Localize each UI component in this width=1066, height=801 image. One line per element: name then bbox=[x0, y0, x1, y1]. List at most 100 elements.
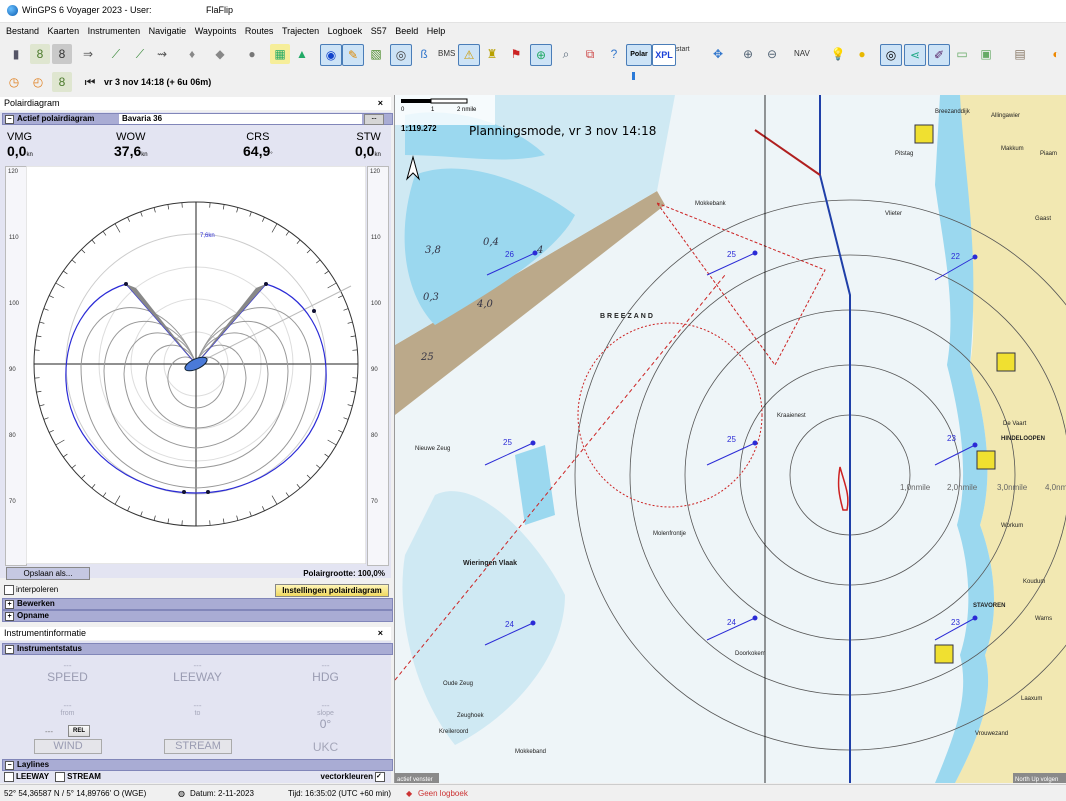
start-label[interactable]: start bbox=[676, 46, 690, 53]
wind-button[interactable]: WIND bbox=[34, 739, 102, 754]
place-label: Wieringen Vlaak bbox=[463, 560, 517, 567]
chart-icon[interactable]: ▦ bbox=[270, 44, 290, 64]
target-icon[interactable]: ◎ bbox=[880, 44, 902, 66]
screen-icon[interactable]: ▣ bbox=[976, 44, 996, 64]
waypoint-icon[interactable]: 8 bbox=[30, 44, 50, 64]
crs-metric: CRS 64,9° bbox=[243, 131, 273, 159]
rewind-icon[interactable]: ⏮ bbox=[80, 72, 100, 92]
menu-instrumenten[interactable]: Instrumenten bbox=[88, 26, 141, 36]
arrow-icon[interactable]: ⇒ bbox=[78, 44, 98, 64]
power-icon[interactable]: ◐ bbox=[1046, 44, 1066, 64]
harbor-marker[interactable] bbox=[977, 451, 995, 469]
center-icon[interactable]: ⊕ bbox=[530, 44, 552, 66]
bms-label[interactable]: BMS bbox=[438, 49, 455, 58]
stream-check-label: STREAM bbox=[67, 772, 101, 781]
magnifier-icon[interactable]: ⌕ bbox=[556, 44, 576, 64]
vector-colors-checkbox[interactable]: ✓ bbox=[375, 772, 385, 782]
collapse-icon[interactable]: − bbox=[5, 645, 14, 654]
expand-icon[interactable]: + bbox=[5, 612, 14, 621]
weather-icon[interactable]: ✎ bbox=[342, 44, 364, 66]
menu-trajecten[interactable]: Trajecten bbox=[282, 26, 319, 36]
harbor-marker[interactable] bbox=[935, 645, 953, 663]
ais-icon[interactable]: ◎ bbox=[390, 44, 412, 66]
nav-dropdown[interactable]: NAV bbox=[794, 49, 810, 58]
stream-checkbox[interactable] bbox=[55, 772, 65, 782]
scale-unit: 2 nmile bbox=[457, 107, 477, 113]
zoom-out-icon[interactable]: ⊖ bbox=[762, 44, 782, 64]
clock-icon[interactable]: ◷ bbox=[4, 72, 24, 92]
tide-icon[interactable]: ♦ bbox=[182, 44, 202, 64]
slope-placeholder: --- bbox=[278, 701, 373, 710]
stream-button[interactable]: STREAM bbox=[164, 739, 232, 754]
browse-button[interactable]: ... bbox=[364, 114, 384, 125]
polar-point bbox=[312, 309, 316, 313]
speed-clock-icon[interactable]: ◴ bbox=[28, 72, 48, 92]
zoom-in-icon[interactable]: ⊕ bbox=[738, 44, 758, 64]
window-icon[interactable]: ⧉ bbox=[580, 44, 600, 64]
move-icon[interactable]: ✥ bbox=[708, 44, 728, 64]
bluetooth-icon[interactable]: ß bbox=[414, 44, 434, 64]
range-label: 3,0nmile bbox=[997, 483, 1028, 492]
light-off-icon[interactable]: 💡 bbox=[828, 44, 848, 64]
harbor-marker[interactable] bbox=[915, 125, 933, 143]
help-icon[interactable]: ? bbox=[604, 44, 624, 64]
range-label: 4,0nmile bbox=[1045, 483, 1066, 492]
leeway-checkbox[interactable] bbox=[4, 772, 14, 782]
collapse-icon[interactable]: − bbox=[5, 761, 14, 770]
warning-icon[interactable]: ⚠ bbox=[458, 44, 480, 66]
menu-logboek[interactable]: Logboek bbox=[328, 26, 363, 36]
compass-icon[interactable]: ◉ bbox=[320, 44, 342, 66]
north-up-tag[interactable]: North Up volgen bbox=[1015, 777, 1058, 783]
route-icon[interactable]: 8 bbox=[52, 44, 72, 64]
rel-button[interactable]: REL bbox=[68, 725, 90, 737]
harbor-marker[interactable] bbox=[997, 353, 1015, 371]
xpl-button[interactable]: XPL bbox=[652, 44, 676, 66]
globe-icon[interactable]: ● bbox=[242, 44, 262, 64]
menu-routes[interactable]: Routes bbox=[245, 26, 274, 36]
grib-icon[interactable]: ▧ bbox=[366, 44, 386, 64]
tick-label: 70 bbox=[9, 499, 16, 505]
printer-icon[interactable]: ▤ bbox=[1010, 44, 1030, 64]
menu-kaarten[interactable]: Kaarten bbox=[48, 26, 80, 36]
polar-diagram[interactable]: 7,6kn bbox=[26, 166, 366, 564]
mode-title: Planningsmode, vr 3 nov 14:18 bbox=[469, 124, 656, 138]
chart-view[interactable]: 26 25 22 25 23 24 24 23 25 3,8 0,4 4 0,3… bbox=[394, 95, 1066, 783]
graph-icon[interactable]: ▭ bbox=[952, 44, 972, 64]
menu-navigatie[interactable]: Navigatie bbox=[149, 26, 187, 36]
route-edit-icon[interactable]: ⟋ bbox=[130, 44, 150, 64]
track-icon[interactable]: ⇝ bbox=[152, 44, 172, 64]
boat-select[interactable]: Bavaria 36 bbox=[119, 114, 362, 124]
flag-icon[interactable]: ⚑ bbox=[506, 44, 526, 64]
tide-clock-icon[interactable]: 8 bbox=[52, 72, 72, 92]
record-section[interactable]: +Opname bbox=[2, 610, 393, 622]
menu-beeld[interactable]: Beeld bbox=[395, 26, 418, 36]
collapse-icon[interactable]: − bbox=[5, 115, 14, 124]
laylines-section: −Laylines bbox=[2, 759, 393, 771]
menu-help[interactable]: Help bbox=[427, 26, 446, 36]
polar-settings-button[interactable]: Instellingen polairdiagram bbox=[275, 584, 389, 597]
crs-label: CRS bbox=[243, 131, 273, 143]
polar-button[interactable]: Polar bbox=[626, 44, 652, 66]
close-icon[interactable]: × bbox=[378, 97, 383, 110]
pen-icon[interactable]: ✐ bbox=[928, 44, 950, 66]
buoy-icon[interactable]: ♜ bbox=[482, 44, 502, 64]
menu-waypoints[interactable]: Waypoints bbox=[195, 26, 237, 36]
save-as-button[interactable]: Opslaan als... bbox=[6, 567, 90, 580]
share-icon[interactable]: ⋖ bbox=[904, 44, 926, 66]
layers-icon[interactable]: ◆ bbox=[210, 44, 230, 64]
harbor-icon[interactable]: ▲ bbox=[292, 44, 312, 64]
instrument-icon[interactable]: ▮ bbox=[6, 44, 26, 64]
expand-icon[interactable]: + bbox=[5, 600, 14, 609]
instrument-panel-title: Instrumentinformatie bbox=[4, 628, 86, 638]
place-label: Laaxum bbox=[1021, 696, 1042, 702]
close-icon[interactable]: × bbox=[378, 627, 383, 640]
menu-bestand[interactable]: Bestand bbox=[6, 26, 39, 36]
interpolate-checkbox[interactable] bbox=[4, 585, 14, 595]
menu-s57[interactable]: S57 bbox=[371, 26, 387, 36]
edit-section[interactable]: +Bewerken bbox=[2, 598, 393, 610]
line-tool-icon[interactable]: ⟋ bbox=[106, 44, 126, 64]
nautical-chart[interactable]: 26 25 22 25 23 24 24 23 25 3,8 0,4 4 0,3… bbox=[395, 95, 1066, 783]
logbook-status[interactable]: Geen logboek bbox=[418, 789, 468, 798]
tick-label: 80 bbox=[371, 433, 378, 439]
light-on-icon[interactable]: ● bbox=[852, 44, 872, 64]
